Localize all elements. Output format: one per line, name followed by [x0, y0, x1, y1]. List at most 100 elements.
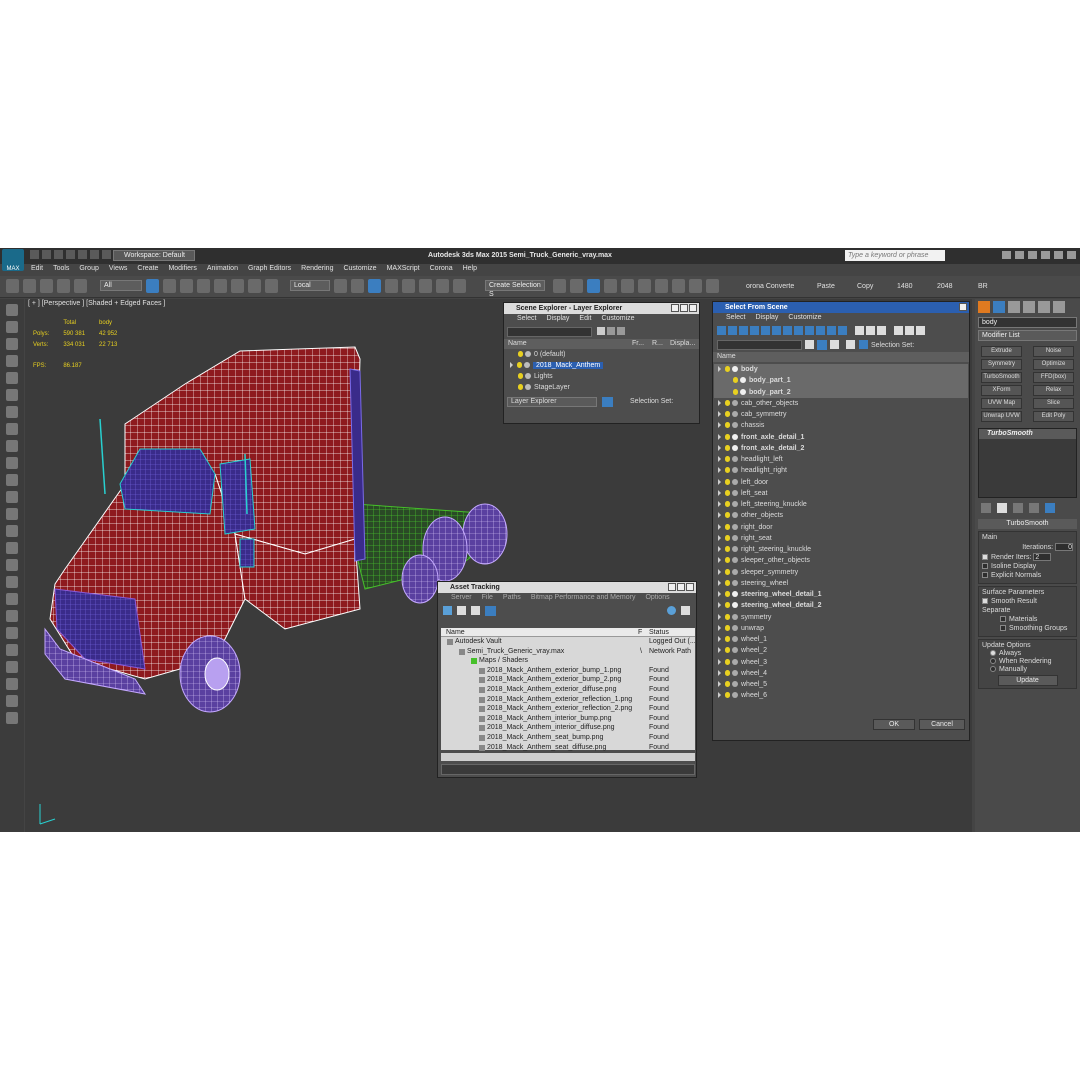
expand-arrow-icon[interactable] — [718, 501, 721, 508]
light-bulb-icon[interactable] — [725, 523, 730, 530]
menu-tools[interactable]: Tools — [48, 264, 74, 275]
light-bulb-icon[interactable] — [725, 591, 730, 598]
se-maximize-icon[interactable] — [680, 304, 688, 312]
se-layer-icon[interactable] — [617, 327, 625, 335]
expand-arrow-icon[interactable] — [718, 613, 721, 620]
dynamics-tool-icon[interactable] — [6, 593, 18, 605]
asset-row[interactable]: Semi_Truck_Generic_vray.max \ Network Path — [441, 647, 695, 657]
manually-radio[interactable] — [990, 666, 996, 673]
expand-arrow-icon[interactable] — [718, 444, 721, 451]
ok-button[interactable]: OK — [873, 719, 915, 730]
asset-row[interactable]: 2018_Mack_Anthem_interior_diffuse.png Fou… — [441, 723, 695, 733]
object-row[interactable]: steering_wheel — [714, 578, 968, 589]
expand-arrow-icon[interactable] — [718, 568, 721, 575]
modifier-list-dropdown[interactable]: Modifier List — [978, 330, 1077, 341]
expand-arrow-icon[interactable] — [718, 647, 721, 654]
globe-tool-icon[interactable] — [6, 661, 18, 673]
object-row[interactable]: left_seat — [714, 488, 968, 499]
sort-icon[interactable] — [905, 326, 914, 335]
menu-animation[interactable]: Animation — [202, 264, 243, 275]
modifier-button-symmetry[interactable]: Symmetry — [981, 359, 1022, 370]
se-layer-row[interactable]: 0 (default) — [504, 349, 699, 360]
at-menu-options[interactable]: Options — [640, 593, 674, 604]
filter-xrefs-icon[interactable] — [794, 326, 803, 335]
curve-editor-icon[interactable] — [621, 279, 634, 293]
expand-arrow-icon[interactable] — [718, 512, 721, 519]
help-tool-icon[interactable] — [6, 712, 18, 724]
particle-tool-icon[interactable] — [6, 576, 18, 588]
snaps-toggle-icon[interactable] — [385, 279, 398, 293]
asset-row[interactable]: 2018_Mack_Anthem_exterior_bump_2.png Foun… — [441, 675, 695, 685]
at-horizontal-scrollbar[interactable] — [441, 753, 695, 761]
modifier-button-relax[interactable]: Relax — [1033, 385, 1074, 396]
filter-containers-icon[interactable] — [816, 326, 825, 335]
rectangular-selection-icon[interactable] — [180, 279, 193, 293]
expand-arrow-icon[interactable] — [718, 411, 721, 418]
se-footer-icon[interactable] — [602, 397, 613, 407]
sfs-clear-icon[interactable] — [805, 340, 814, 349]
script-tool-icon[interactable] — [6, 678, 18, 690]
at-maximize-icon[interactable] — [677, 583, 685, 591]
expand-arrow-icon[interactable] — [718, 591, 721, 598]
expand-arrow-icon[interactable] — [718, 489, 721, 496]
menu-create[interactable]: Create — [132, 264, 163, 275]
at-menu-bitmap[interactable]: Bitmap Performance and Memory — [526, 593, 641, 604]
menu-modifiers[interactable]: Modifiers — [163, 264, 201, 275]
expand-arrow-icon[interactable] — [718, 478, 721, 485]
modifier-button-uvw-map[interactable]: UVW Map — [981, 398, 1022, 409]
se-col-display[interactable]: Displa... — [670, 339, 695, 349]
se-menu-select[interactable]: Select — [512, 314, 541, 325]
scene-tool-icon[interactable] — [6, 304, 18, 316]
spacewarp-tool-icon[interactable] — [6, 542, 18, 554]
close-icon[interactable] — [1067, 251, 1076, 259]
link-icon[interactable] — [40, 279, 53, 293]
modifier-button-extrude[interactable]: Extrude — [981, 346, 1022, 357]
light-bulb-icon[interactable] — [725, 568, 730, 575]
filter-spacewarps-icon[interactable] — [772, 326, 781, 335]
scene-explorer-title[interactable]: Scene Explorer - Layer Explorer — [504, 303, 699, 314]
light-bulb-icon[interactable] — [725, 433, 730, 440]
object-row[interactable]: steering_wheel_detail_2 — [714, 600, 968, 611]
modifier-button-xform[interactable]: XForm — [981, 385, 1022, 396]
menu-help[interactable]: Help — [458, 264, 482, 275]
render-icon[interactable] — [706, 279, 719, 293]
object-name-field[interactable]: body — [978, 317, 1077, 328]
place-icon[interactable] — [265, 279, 278, 293]
asset-row[interactable]: Maps / Shaders — [441, 656, 695, 666]
light-bulb-icon[interactable] — [725, 669, 730, 676]
configure-sets-icon[interactable] — [1045, 503, 1055, 513]
menu-group[interactable]: Group — [74, 264, 103, 275]
object-row[interactable]: steering_wheel_detail_1 — [714, 589, 968, 600]
light-bulb-icon[interactable] — [725, 399, 730, 406]
expand-arrow-icon[interactable] — [718, 422, 721, 429]
expand-arrow-icon[interactable] — [718, 579, 721, 586]
expand-arrow-icon[interactable] — [718, 692, 721, 699]
scale-icon[interactable] — [248, 279, 261, 293]
menu-maxscript[interactable]: MAXScript — [382, 264, 425, 275]
search-input[interactable]: Type a keyword or phrase — [845, 250, 945, 261]
modifier-button-turbosmooth[interactable]: TurboSmooth — [981, 372, 1022, 383]
bind-space-warp-icon[interactable] — [74, 279, 87, 293]
viewport-label[interactable]: [ + ] [Perspective ] [Shaded + Edged Fac… — [28, 300, 165, 307]
light-bulb-icon[interactable] — [725, 602, 730, 609]
sphere-tool-icon[interactable] — [6, 457, 18, 469]
light-bulb-icon[interactable] — [725, 647, 730, 654]
select-object-icon[interactable] — [146, 279, 159, 293]
se-menu-customize[interactable]: Customize — [596, 314, 639, 325]
object-row[interactable]: cab_other_objects — [714, 398, 968, 409]
at-refresh-icon[interactable] — [443, 606, 452, 615]
sfs-menu-customize[interactable]: Customize — [783, 313, 826, 324]
named-selection-dropdown[interactable]: Create Selection S — [485, 280, 545, 298]
light-bulb-icon[interactable] — [725, 681, 730, 688]
unlink-icon[interactable] — [57, 279, 70, 293]
asset-row[interactable]: 2018_Mack_Anthem_seat_bump.png Found — [441, 733, 695, 743]
se-col-render[interactable]: R... — [652, 339, 663, 349]
create-tab-icon[interactable] — [978, 301, 990, 313]
modifier-button-edit-poly[interactable]: Edit Poly — [1033, 411, 1074, 422]
always-radio[interactable] — [990, 650, 996, 657]
sfs-search-input[interactable] — [717, 340, 802, 350]
light-bulb-icon[interactable] — [725, 366, 730, 373]
list-tool-icon[interactable] — [6, 355, 18, 367]
expand-arrow-icon[interactable] — [718, 433, 721, 440]
sfs-selset-icon[interactable] — [859, 340, 868, 349]
